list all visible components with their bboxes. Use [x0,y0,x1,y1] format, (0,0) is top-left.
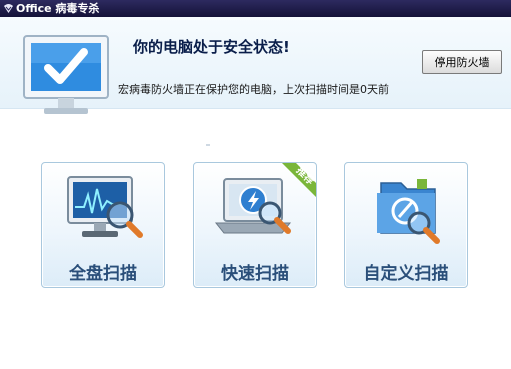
status-description: 宏病毒防火墙正在保护您的电脑，上次扫描时间是0天前 [118,83,389,96]
status-title: 你的电脑处于安全状态! [133,38,290,56]
title-bar: Office 病毒专杀 [0,0,511,17]
app-icon [4,4,13,13]
quick-scan-card[interactable]: 推荐 快速扫描 [193,162,317,288]
disable-firewall-button[interactable]: 停用防火墙 [422,50,502,74]
full-scan-card[interactable]: 全盘扫描 [41,162,165,288]
window-title: Office 病毒专杀 [16,2,100,15]
full-scan-label: 全盘扫描 [69,264,137,284]
divider-dot [206,144,210,146]
custom-scan-label: 自定义扫描 [363,264,449,284]
status-banner: 你的电脑处于安全状态! 宏病毒防火墙正在保护您的电脑，上次扫描时间是0天前 停用… [0,17,511,114]
quick-scan-label: 快速扫描 [221,264,289,284]
monitor-checkmark-icon [23,35,109,114]
monitor-magnifier-icon [67,176,143,238]
recommended-badge: 推荐 [282,163,316,197]
custom-scan-card[interactable]: 自定义扫描 [344,162,468,288]
folder-target-icon [377,179,440,244]
